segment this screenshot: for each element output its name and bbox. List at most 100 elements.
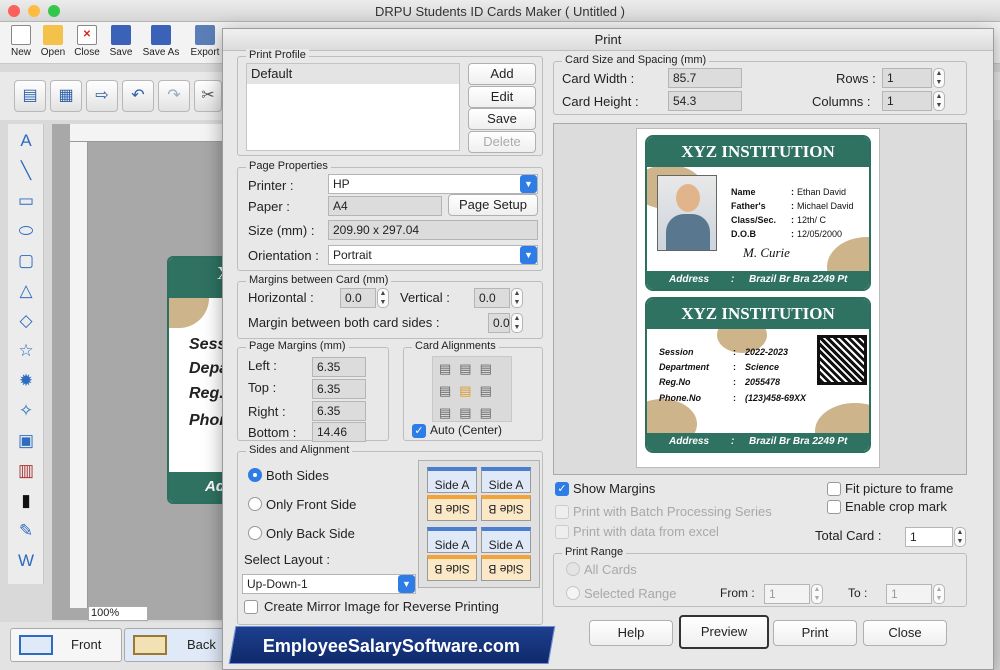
library-tool-icon[interactable]: ▥: [12, 458, 40, 484]
align-middle-icons[interactable]: ▤▤▤: [439, 383, 500, 399]
card-height-field[interactable]: 54.3: [668, 91, 742, 111]
rectangle-tool-icon[interactable]: ▭: [12, 188, 40, 214]
title-bar: DRPU Students ID Cards Maker ( Untitled …: [0, 0, 1000, 22]
card-width-field[interactable]: 85.7: [668, 68, 742, 88]
page-setup-button[interactable]: Page Setup: [448, 194, 538, 216]
horizontal-stepper[interactable]: ▲ ▼: [377, 288, 389, 308]
orientation-label: Orientation :: [248, 248, 319, 263]
excel-checkbox[interactable]: [555, 525, 569, 539]
image-icon[interactable]: ▦: [50, 80, 82, 112]
chevron-down-icon: ▼: [398, 575, 415, 593]
front-only-radio[interactable]: [248, 497, 262, 511]
dialog-title: Print: [223, 29, 993, 51]
address-label: Address: [669, 436, 710, 447]
rows-stepper[interactable]: ▲ ▼: [933, 68, 945, 88]
from-field[interactable]: 1: [764, 584, 810, 604]
side-b-tile: Side B: [481, 495, 531, 521]
columns-label: Columns :: [812, 94, 871, 109]
front-tab[interactable]: Front: [10, 628, 122, 662]
barcode-tool-icon[interactable]: ▮: [12, 488, 40, 514]
crop-mark-label: Enable crop mark: [845, 499, 947, 514]
total-card-stepper[interactable]: ▲ ▼: [954, 527, 966, 547]
horizontal-margin-field[interactable]: 0.0: [340, 288, 376, 308]
side-b-tile: Side B: [427, 555, 477, 581]
crop-mark-checkbox[interactable]: [827, 500, 841, 514]
show-margins-checkbox[interactable]: ✓: [555, 482, 569, 496]
export-image-icon[interactable]: ⇨: [86, 80, 118, 112]
back-tab[interactable]: Back: [124, 628, 232, 662]
text-tool-icon[interactable]: A: [12, 128, 40, 154]
export-button[interactable]: Export: [186, 25, 224, 58]
fit-picture-label: Fit picture to frame: [845, 481, 954, 496]
edit-profile-button[interactable]: Edit: [468, 86, 536, 108]
mirror-image-checkbox[interactable]: [244, 600, 258, 614]
add-profile-button[interactable]: Add: [468, 63, 536, 85]
total-card-field[interactable]: 1: [905, 527, 953, 547]
save-profile-button[interactable]: Save: [468, 108, 536, 130]
orientation-select[interactable]: Portrait ▼: [328, 245, 538, 265]
back-id-card: XYZ INSTITUTION Session : 2022-2023 Depa…: [645, 297, 871, 453]
bottom-tab-bar: Front Back: [0, 622, 232, 670]
triangle-tool-icon[interactable]: △: [12, 278, 40, 304]
both-sides-radio[interactable]: [248, 468, 262, 482]
vertical-margin-field[interactable]: 0.0: [474, 288, 510, 308]
mirror-image-label: Create Mirror Image for Reverse Printing: [264, 599, 499, 614]
selected-range-radio[interactable]: [566, 586, 580, 600]
preview-button[interactable]: Preview: [679, 615, 769, 649]
right-margin-field[interactable]: 6.35: [312, 401, 366, 421]
chevron-down-icon: ▼: [520, 175, 537, 193]
columns-field[interactable]: 1: [882, 91, 932, 111]
close-button[interactable]: ✕ Close: [68, 25, 106, 58]
to-field[interactable]: 1: [886, 584, 932, 604]
save-button[interactable]: Save: [102, 25, 140, 58]
institution-title: XYZ INSTITUTION: [647, 137, 869, 167]
align-bottom-icons[interactable]: ▤▤▤: [439, 405, 500, 421]
burst-tool-icon[interactable]: ✹: [12, 368, 40, 394]
cross-star-tool-icon[interactable]: ✧: [12, 398, 40, 424]
field-label: D.O.B: [731, 229, 757, 239]
vertical-stepper[interactable]: ▲ ▼: [511, 288, 523, 308]
to-stepper[interactable]: ▲ ▼: [933, 584, 945, 604]
print-button[interactable]: Print: [773, 620, 857, 646]
align-top-icons[interactable]: ▤▤▤: [439, 361, 500, 377]
zoom-level[interactable]: 100%: [88, 606, 148, 621]
to-label: To :: [848, 586, 868, 600]
card-size-group: Card Size and Spacing (mm) Card Width : …: [553, 54, 967, 115]
both-sides-margin-field[interactable]: 0.0: [488, 313, 510, 333]
rounded-rect-tool-icon[interactable]: ▢: [12, 248, 40, 274]
rows-field[interactable]: 1: [882, 68, 932, 88]
diamond-tool-icon[interactable]: ◇: [12, 308, 40, 334]
picture-tool-icon[interactable]: ▣: [12, 428, 40, 454]
redo-icon[interactable]: ↷: [158, 80, 190, 112]
from-stepper[interactable]: ▲ ▼: [811, 584, 823, 604]
fit-picture-checkbox[interactable]: [827, 482, 841, 496]
profile-list-item[interactable]: Default: [247, 64, 459, 84]
back-only-radio[interactable]: [248, 526, 262, 540]
save-as-button[interactable]: Save As: [140, 25, 182, 58]
star-tool-icon[interactable]: ☆: [12, 338, 40, 364]
watermark-tool-icon[interactable]: W: [12, 548, 40, 574]
both-sides-stepper[interactable]: ▲ ▼: [511, 313, 523, 333]
all-cards-radio[interactable]: [566, 562, 580, 576]
left-margin-field[interactable]: 6.35: [312, 357, 366, 377]
top-margin-field[interactable]: 6.35: [312, 379, 366, 399]
properties-icon[interactable]: ▤: [14, 80, 46, 112]
undo-icon[interactable]: ↶: [122, 80, 154, 112]
open-button[interactable]: Open: [34, 25, 72, 58]
printer-select[interactable]: HP ▼: [328, 174, 538, 194]
both-sides-label: Both Sides: [266, 468, 329, 483]
auto-center-checkbox[interactable]: ✓: [412, 424, 426, 438]
ellipse-tool-icon[interactable]: ⬭: [12, 218, 40, 244]
profile-list[interactable]: Default: [246, 63, 460, 151]
layout-select[interactable]: Up-Down-1 ▼: [242, 574, 416, 594]
batch-checkbox[interactable]: [555, 505, 569, 519]
help-button[interactable]: Help: [589, 620, 673, 646]
cut-icon[interactable]: ✂: [194, 80, 222, 112]
alignment-grid: ▤▤▤ ▤▤▤ ▤▤▤: [432, 356, 512, 422]
delete-profile-button[interactable]: Delete: [468, 131, 536, 153]
signature-tool-icon[interactable]: ✎: [12, 518, 40, 544]
line-tool-icon[interactable]: ╲: [12, 158, 40, 184]
columns-stepper[interactable]: ▲ ▼: [933, 91, 945, 111]
bottom-margin-field[interactable]: 14.46: [312, 422, 366, 442]
close-dialog-button[interactable]: Close: [863, 620, 947, 646]
